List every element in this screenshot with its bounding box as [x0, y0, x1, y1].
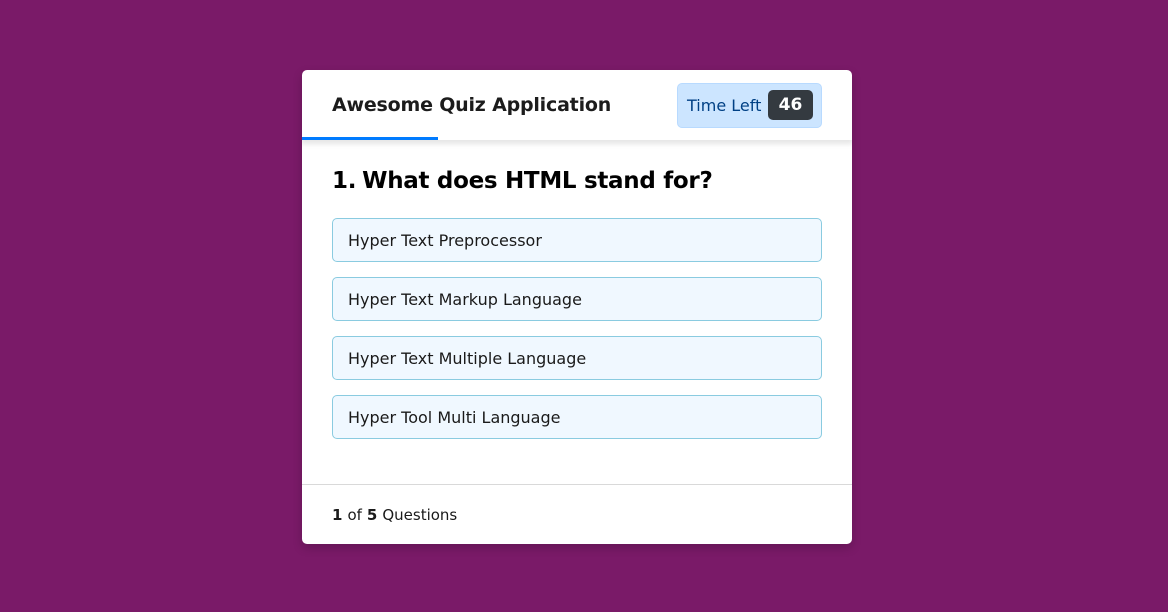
- option-1[interactable]: Hyper Text Preprocessor: [332, 218, 822, 262]
- timer-label: Time Left: [687, 95, 762, 115]
- question-number: 1.: [332, 168, 357, 194]
- question-text: 1. What does HTML stand for?: [332, 168, 822, 194]
- question-of-label: of: [347, 505, 362, 524]
- question-current: 1: [332, 505, 343, 524]
- question-total: 5: [366, 505, 378, 524]
- option-list: Hyper Text Preprocessor Hyper Text Marku…: [332, 218, 822, 439]
- quiz-box: Awesome Quiz Application Time Left 46 1.…: [302, 70, 852, 544]
- questions-label: Questions: [382, 505, 458, 524]
- quiz-footer: 1 of 5 Questions: [302, 484, 852, 544]
- question-label: What does HTML stand for?: [362, 168, 713, 194]
- option-4[interactable]: Hyper Tool Multi Language: [332, 395, 822, 439]
- option-2[interactable]: Hyper Text Markup Language: [332, 277, 822, 321]
- quiz-title: Awesome Quiz Application: [332, 94, 612, 116]
- option-3[interactable]: Hyper Text Multiple Language: [332, 336, 822, 380]
- timer-seconds: 46: [768, 90, 813, 120]
- time-progress-line: [302, 137, 438, 140]
- question-section: 1. What does HTML stand for? Hyper Text …: [302, 140, 852, 439]
- timer: Time Left 46: [677, 82, 822, 128]
- quiz-header: Awesome Quiz Application Time Left 46: [302, 70, 852, 140]
